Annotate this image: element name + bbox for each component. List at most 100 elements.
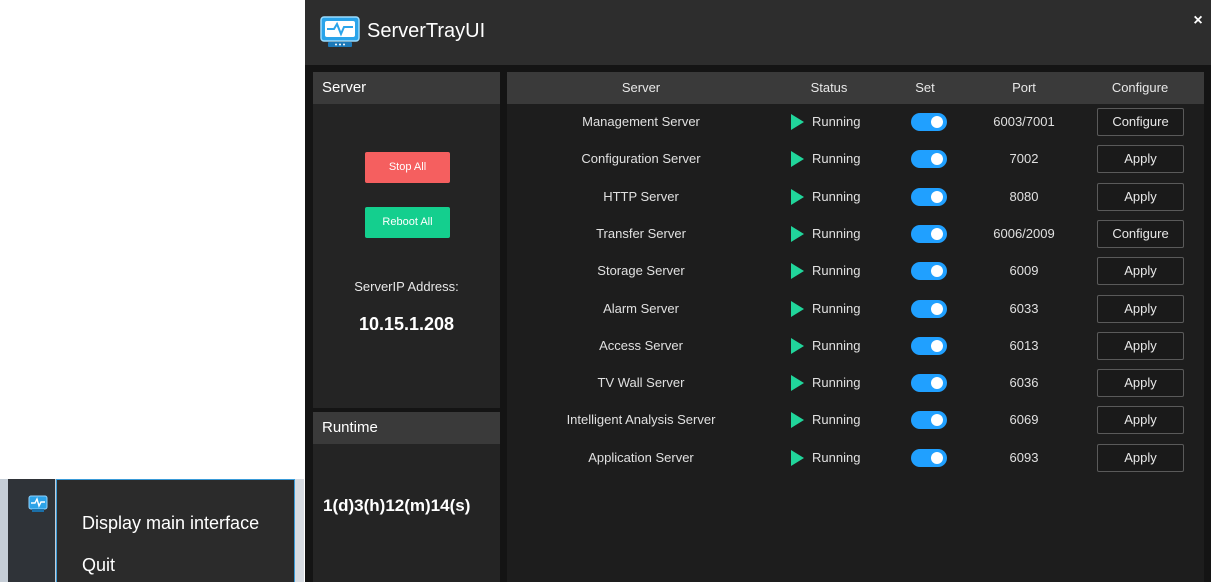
table-row: Application Server Running 6093 Apply	[507, 441, 1204, 478]
reboot-all-button[interactable]: Reboot All	[365, 207, 450, 238]
port-value: 6036	[1009, 375, 1039, 390]
port-value: 6003/7001	[993, 114, 1055, 129]
server-name: Transfer Server	[596, 226, 686, 241]
server-ip-value: 10.15.1.208	[358, 314, 455, 334]
status-cell: Running	[791, 366, 891, 403]
status-text: Running	[812, 188, 861, 204]
runtime-panel: Runtime 1(d)3(h)12(m)14(s)	[313, 412, 500, 582]
status-text: Running	[812, 150, 861, 166]
runtime-panel-header: Runtime	[313, 412, 500, 444]
close-icon[interactable]: ×	[1191, 12, 1205, 30]
status-cell: Running	[791, 292, 891, 329]
table-row: Storage Server Running 6009 Apply	[507, 254, 1204, 291]
play-icon	[791, 150, 804, 167]
enable-toggle[interactable]	[911, 374, 947, 392]
play-icon	[791, 262, 804, 279]
apply-button[interactable]: Apply	[1097, 406, 1184, 434]
server-name: Intelligent Analysis Server	[566, 412, 716, 427]
status-text: Running	[812, 449, 861, 465]
port-value: 6013	[1009, 338, 1039, 353]
menu-item-display-main-interface[interactable]: Display main interface	[82, 513, 259, 534]
status-text: Running	[812, 300, 861, 316]
server-name: TV Wall Server	[597, 375, 685, 390]
table-row: Management Server Running 6003/7001 Configu…	[507, 105, 1204, 142]
status-cell: Running	[791, 441, 891, 478]
server-ip-label: ServerIP Address:	[354, 279, 459, 294]
status-text: Running	[812, 262, 861, 278]
port-value: 6006/2009	[993, 226, 1055, 241]
enable-toggle[interactable]	[911, 300, 947, 318]
runtime-value: 1(d)3(h)12(m)14(s)	[323, 496, 471, 515]
play-icon	[791, 225, 804, 242]
column-header-set: Set	[915, 80, 935, 95]
server-panel-header: Server	[313, 72, 500, 104]
status-cell: Running	[791, 329, 891, 366]
port-value: 6069	[1009, 412, 1039, 427]
enable-toggle[interactable]	[911, 449, 947, 467]
configure-button[interactable]: Configure	[1097, 108, 1184, 136]
table-row: Transfer Server Running 6006/2009 Configure	[507, 217, 1204, 254]
server-table: Server Status Set Port Configure Managem…	[507, 72, 1204, 582]
enable-toggle[interactable]	[911, 411, 947, 429]
server-name: Configuration Server	[581, 151, 701, 166]
menu-item-quit[interactable]: Quit	[82, 555, 115, 576]
app-title: ServerTrayUI	[367, 20, 486, 42]
enable-toggle[interactable]	[911, 225, 947, 243]
server-name: Management Server	[582, 114, 700, 129]
play-icon	[791, 449, 804, 466]
enable-toggle[interactable]	[911, 150, 947, 168]
apply-button[interactable]: Apply	[1097, 257, 1184, 285]
table-row: Intelligent Analysis Server Running 6069 Ap…	[507, 403, 1204, 440]
column-header-status: Status	[810, 80, 848, 95]
port-value: 7002	[1009, 151, 1039, 166]
server-name: Access Server	[599, 338, 683, 353]
column-header-server: Server	[621, 80, 661, 95]
apply-button[interactable]: Apply	[1097, 332, 1184, 360]
status-text: Running	[812, 113, 861, 129]
play-icon	[791, 300, 804, 317]
configure-button[interactable]: Configure	[1097, 220, 1184, 248]
status-text: Running	[812, 411, 861, 427]
server-panel: Server Stop All Reboot All ServerIP Addr…	[313, 72, 500, 408]
apply-button[interactable]: Apply	[1097, 183, 1184, 211]
port-value: 6009	[1009, 263, 1039, 278]
server-name: Application Server	[588, 450, 694, 465]
port-value: 8080	[1009, 189, 1039, 204]
status-text: Running	[812, 374, 861, 390]
table-row: Configuration Server Running 7002 Apply	[507, 142, 1204, 179]
enable-toggle[interactable]	[911, 113, 947, 131]
status-text: Running	[812, 337, 861, 353]
status-cell: Running	[791, 254, 891, 291]
table-row: Alarm Server Running 6033 Apply	[507, 292, 1204, 329]
status-cell: Running	[791, 180, 891, 217]
apply-button[interactable]: Apply	[1097, 369, 1184, 397]
table-header: Server Status Set Port Configure	[507, 72, 1204, 104]
port-value: 6033	[1009, 301, 1039, 316]
play-icon	[791, 337, 804, 354]
apply-button[interactable]: Apply	[1097, 444, 1184, 472]
status-text: Running	[812, 225, 861, 241]
enable-toggle[interactable]	[911, 188, 947, 206]
tray-context-menu: Display main interface Quit	[56, 479, 295, 582]
column-header-configure: Configure	[1111, 80, 1169, 95]
stop-all-button[interactable]: Stop All	[365, 152, 450, 183]
server-name: HTTP Server	[603, 189, 679, 204]
tray-edge	[295, 479, 304, 582]
play-icon	[791, 188, 804, 205]
main-window: ServerTrayUI × Server Stop All Reboot Al…	[305, 0, 1211, 582]
server-monitor-icon	[320, 16, 360, 47]
title-bar: ServerTrayUI ×	[305, 0, 1211, 65]
apply-button[interactable]: Apply	[1097, 295, 1184, 323]
port-value: 6093	[1009, 450, 1039, 465]
apply-button[interactable]: Apply	[1097, 145, 1184, 173]
column-header-port: Port	[1012, 80, 1036, 95]
tray-server-icon[interactable]	[28, 495, 48, 513]
table-row: TV Wall Server Running 6036 Apply	[507, 366, 1204, 403]
status-cell: Running	[791, 105, 891, 142]
status-cell: Running	[791, 142, 891, 179]
enable-toggle[interactable]	[911, 337, 947, 355]
table-row: HTTP Server Running 8080 Apply	[507, 180, 1204, 217]
status-cell: Running	[791, 217, 891, 254]
enable-toggle[interactable]	[911, 262, 947, 280]
server-name: Storage Server	[597, 263, 685, 278]
